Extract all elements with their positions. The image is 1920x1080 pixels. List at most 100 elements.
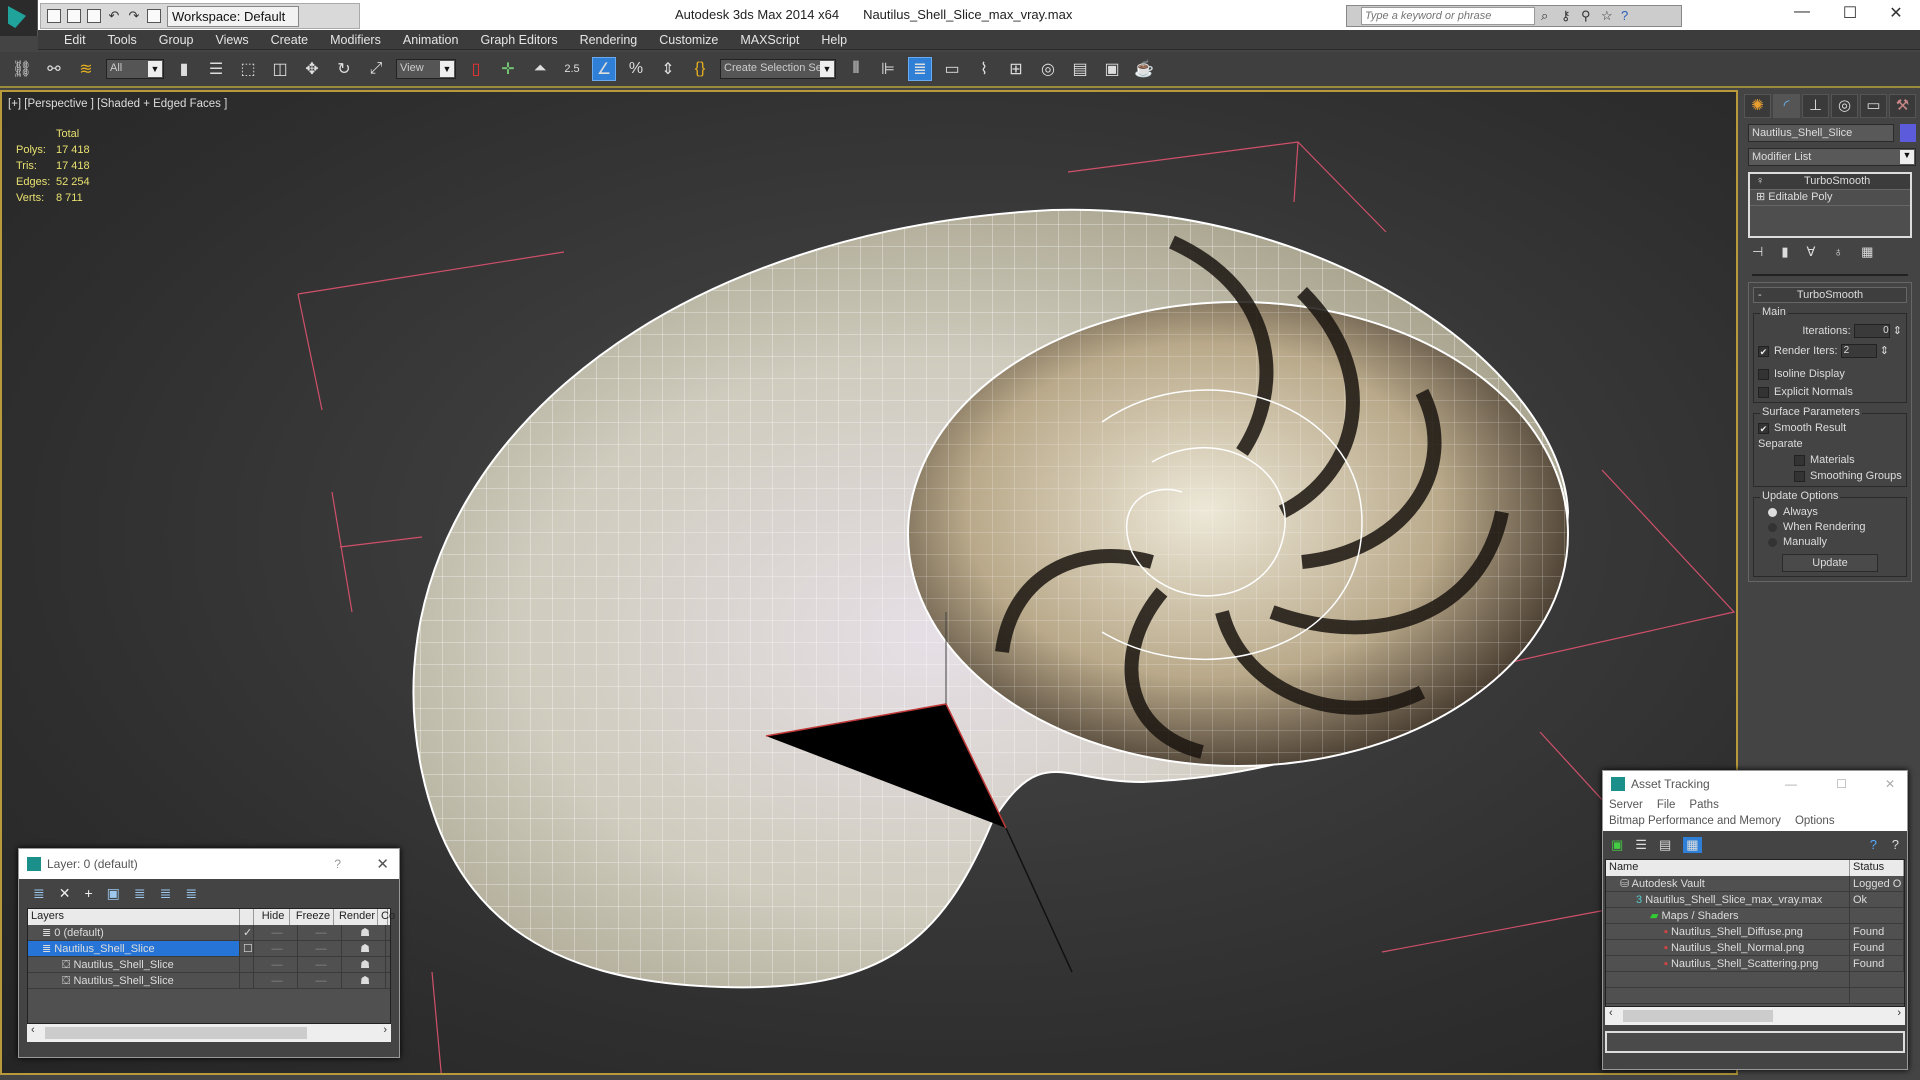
smoothing-groups-checkbox[interactable] — [1794, 470, 1805, 482]
undo-icon[interactable]: ↶ — [107, 4, 121, 28]
expand-icon[interactable]: ⊞ — [1756, 191, 1768, 203]
remove-modifier-icon[interactable]: ♁ — [1833, 244, 1843, 260]
help-icon[interactable]: ? — [1870, 837, 1877, 852]
freeze-toggle[interactable]: — — [298, 973, 342, 988]
close-button[interactable]: ✕ — [1885, 777, 1895, 791]
configure-sets-icon[interactable]: ▦ — [1861, 244, 1873, 260]
schematic-view-icon[interactable]: ⊞ — [1004, 57, 1028, 81]
column-header[interactable]: Hide — [254, 909, 290, 925]
menu-edit[interactable]: Edit — [54, 30, 96, 49]
lightbulb-icon[interactable]: ♀ — [1756, 174, 1764, 189]
current-layer-toggle[interactable]: ✓ — [240, 925, 254, 940]
motion-tab-icon[interactable]: ◎ — [1831, 94, 1858, 118]
create-tab-icon[interactable]: ✺ — [1744, 94, 1771, 118]
menu-file[interactable]: File — [1657, 799, 1676, 811]
utilities-tab-icon[interactable]: ⚒ — [1889, 94, 1916, 118]
pivot-center-icon[interactable]: ▯ — [464, 57, 488, 81]
tree-view-icon[interactable]: ▤ — [1659, 837, 1671, 853]
stack-item-editable-poly[interactable]: ⊞ Editable Poly — [1750, 190, 1910, 206]
render-teapot-icon[interactable]: ☗ — [342, 941, 386, 956]
menu-server[interactable]: Server — [1609, 799, 1643, 811]
select-layer-icon[interactable]: ≣ — [134, 885, 146, 902]
column-header[interactable]: Render — [334, 909, 378, 925]
pin-stack-icon[interactable]: ⊣ — [1752, 244, 1763, 260]
current-layer-toggle[interactable] — [240, 973, 254, 988]
list-view-icon[interactable]: ☰ — [1635, 837, 1647, 853]
set-current-layer-icon[interactable]: ≣ — [160, 885, 172, 902]
horizontal-scrollbar[interactable]: ‹ › — [27, 1024, 391, 1042]
close-button[interactable]: ✕ — [1876, 3, 1916, 23]
hide-freeze-all-icon[interactable]: ≣ — [185, 885, 197, 902]
menu-tools[interactable]: Tools — [98, 30, 147, 49]
layer-name-cell[interactable]: ⛋ Nautilus_Shell_Slice — [28, 957, 240, 972]
save-icon[interactable] — [87, 9, 101, 23]
snaps-toggle-icon[interactable]: 2.5 — [560, 57, 584, 81]
asset-row[interactable]: 3 Nautilus_Shell_Slice_max_vray.max Ok — [1606, 892, 1904, 908]
stack-item-turbosmooth[interactable]: ♀ TurboSmooth — [1750, 174, 1910, 190]
render-setup-icon[interactable]: ▤ — [1068, 57, 1092, 81]
satellite-icon[interactable]: ⚲ — [1581, 9, 1595, 23]
menu-graph-editors[interactable]: Graph Editors — [470, 30, 567, 49]
project-folder-icon[interactable] — [147, 9, 161, 23]
menu-bitmap-performance[interactable]: Bitmap Performance and Memory — [1609, 815, 1781, 827]
minimize-button[interactable]: — — [1782, 3, 1822, 21]
maximize-button[interactable]: ☐ — [1830, 3, 1870, 23]
make-unique-icon[interactable]: ∀ — [1806, 244, 1815, 260]
maximize-button[interactable]: ☐ — [1836, 777, 1847, 791]
column-header[interactable]: Freeze — [290, 909, 334, 925]
layer-name-cell[interactable]: ≣ 0 (default) — [28, 925, 240, 940]
spinner-snap-icon[interactable]: ⇕ — [656, 57, 680, 81]
smooth-result-checkbox[interactable]: ✔ — [1758, 422, 1769, 434]
explicit-normals-checkbox[interactable] — [1758, 386, 1769, 398]
horizontal-scrollbar[interactable]: ‹ › — [1605, 1007, 1905, 1025]
binoculars-icon[interactable]: ⌕ — [1541, 9, 1555, 23]
open-file-icon[interactable] — [67, 9, 81, 23]
column-header[interactable] — [240, 909, 254, 925]
materials-checkbox[interactable] — [1794, 454, 1805, 466]
align-icon[interactable]: ⊫ — [876, 57, 900, 81]
display-tab-icon[interactable]: ▭ — [1860, 94, 1887, 118]
menu-customize[interactable]: Customize — [649, 30, 728, 49]
scroll-right-icon[interactable]: › — [383, 1024, 387, 1036]
named-selection-dropdown[interactable]: Create Selection Se — [720, 59, 836, 79]
menu-maxscript[interactable]: MAXScript — [730, 30, 809, 49]
move-icon[interactable]: ✥ — [300, 57, 324, 81]
select-by-name-icon[interactable]: ☰ — [204, 57, 228, 81]
column-header[interactable]: Co — [378, 909, 395, 925]
rotate-icon[interactable]: ↻ — [332, 57, 356, 81]
menu-rendering[interactable]: Rendering — [570, 30, 648, 49]
keyboard-shortcut-icon[interactable]: ⏶ — [528, 57, 552, 81]
rect-selection-icon[interactable]: ⬚ — [236, 57, 260, 81]
selection-filter-dropdown[interactable]: All — [106, 59, 164, 79]
material-editor-icon[interactable]: ◎ — [1036, 57, 1060, 81]
iterations-spinner[interactable]: 0 — [1853, 324, 1890, 339]
select-objects-icon[interactable]: ▣ — [107, 885, 120, 902]
percent-snap-icon[interactable]: % — [624, 57, 648, 81]
layer-row[interactable]: ⛋ Nautilus_Shell_Slice — — ☗ — [28, 957, 390, 973]
reference-coord-dropdown[interactable]: View — [396, 59, 456, 79]
asset-row[interactable]: ▪ Nautilus_Shell_Normal.png Found — [1606, 940, 1904, 956]
render-teapot-icon[interactable]: ☗ — [342, 925, 386, 940]
layer-name-cell[interactable]: ≣ Nautilus_Shell_Slice — [28, 941, 240, 956]
curve-editor-icon[interactable]: ⌇ — [972, 57, 996, 81]
bind-spacewarp-icon[interactable]: ≋ — [74, 57, 98, 81]
table-view-icon[interactable]: ▦ — [1683, 837, 1702, 853]
hide-toggle[interactable]: — — [254, 973, 298, 988]
menu-modifiers[interactable]: Modifiers — [320, 30, 391, 49]
select-object-icon[interactable]: ▮ — [172, 57, 196, 81]
menu-help[interactable]: Help — [811, 30, 857, 49]
layer-row[interactable]: ⛋ Nautilus_Shell_Slice — — ☗ — [28, 973, 390, 989]
column-header[interactable]: Layers — [28, 909, 240, 925]
hide-toggle[interactable]: — — [254, 941, 298, 956]
minimize-button[interactable]: — — [1785, 777, 1797, 791]
key-icon[interactable]: ⚷ — [1561, 9, 1575, 23]
delete-layer-icon[interactable]: ✕ — [59, 885, 71, 902]
layer-row[interactable]: ≣ 0 (default) ✓ — — ☗ — [28, 925, 390, 941]
asset-row[interactable]: ▰ Maps / Shaders — [1606, 908, 1904, 924]
menu-create[interactable]: Create — [261, 30, 319, 49]
layer-row[interactable]: ≣ Nautilus_Shell_Slice ☐ — — ☗ — [28, 941, 390, 957]
current-layer-toggle[interactable]: ☐ — [240, 941, 254, 956]
always-radio[interactable] — [1768, 507, 1777, 517]
render-production-icon[interactable]: ☕ — [1132, 57, 1156, 81]
mirror-icon[interactable]: ⫴ — [844, 57, 868, 81]
